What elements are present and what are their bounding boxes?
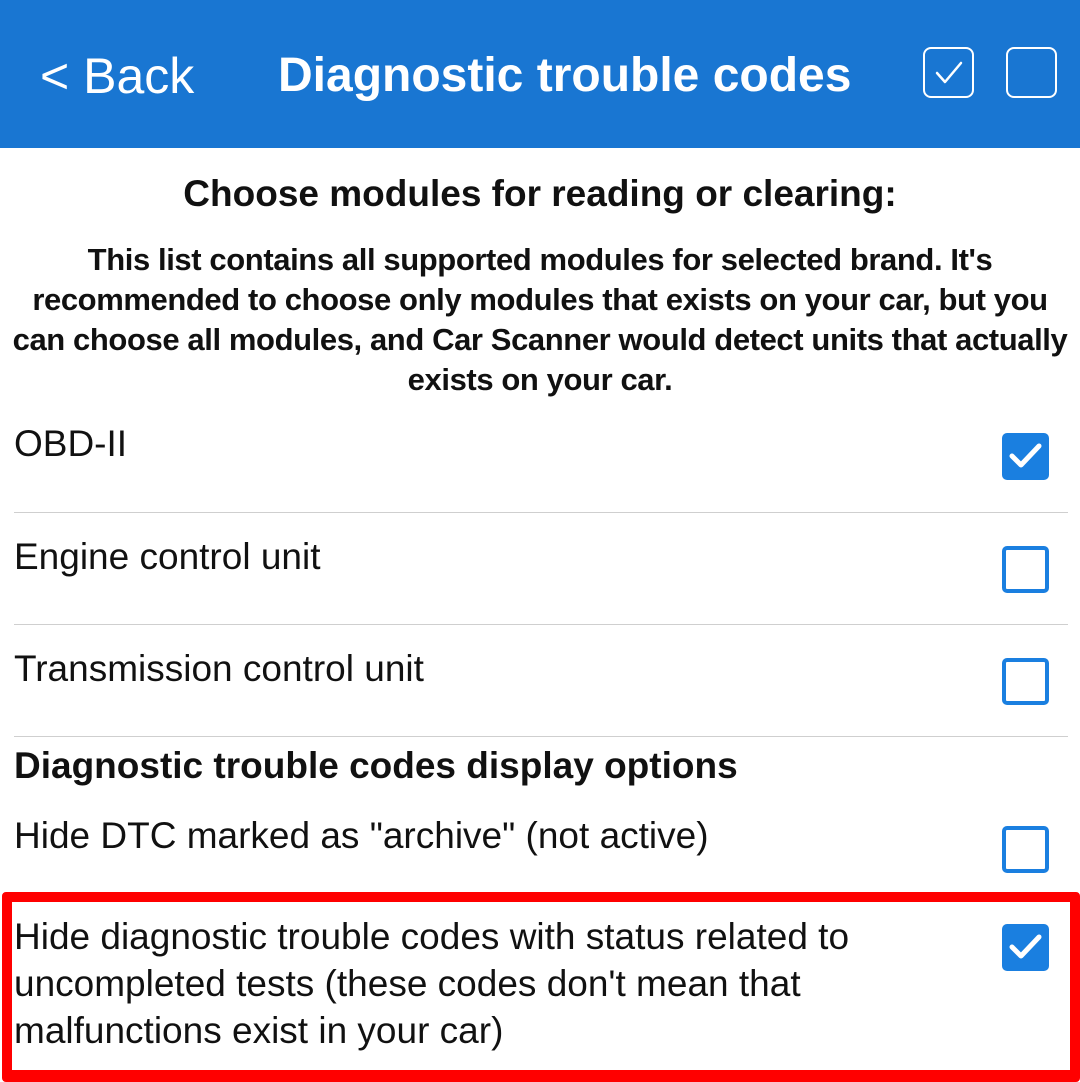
module-label: Engine control unit [14, 536, 321, 577]
module-row-engine-control-unit[interactable]: Engine control unit [14, 513, 1068, 625]
option-checkbox-hide-uncompleted-tests[interactable] [1002, 924, 1049, 971]
option-checkbox-hide-archive[interactable] [1002, 826, 1049, 873]
checkmark-icon [1009, 934, 1042, 959]
modules-heading: Choose modules for reading or clearing: [183, 173, 897, 214]
modules-description: This list contains all supported modules… [12, 242, 1068, 397]
module-checkbox-obd2[interactable] [1002, 433, 1049, 480]
display-options-heading: Diagnostic trouble codes display options [14, 745, 738, 786]
module-checkbox-transmission-control-unit[interactable] [1002, 658, 1049, 705]
checkmark-icon [1009, 443, 1042, 468]
module-label: OBD-II [14, 423, 128, 464]
page-title: Diagnostic trouble codes [278, 49, 852, 102]
module-label: Transmission control unit [14, 648, 424, 689]
module-row-transmission-control-unit[interactable]: Transmission control unit [14, 625, 1068, 737]
module-checkbox-engine-control-unit[interactable] [1002, 546, 1049, 593]
option-label: Hide diagnostic trouble codes with statu… [14, 916, 850, 1051]
option-label: Hide DTC marked as "archive" (not active… [14, 815, 709, 856]
module-row-obd2[interactable]: OBD-II [14, 404, 1068, 513]
option-row-hide-archive[interactable]: Hide DTC marked as "archive" (not active… [14, 800, 1068, 886]
checkbox-checked-icon [935, 61, 963, 84]
app-header: < Back Diagnostic trouble codes [0, 0, 1080, 148]
select-all-button[interactable] [923, 47, 974, 98]
back-button[interactable]: < Back [40, 48, 194, 104]
deselect-all-button[interactable] [1006, 47, 1057, 98]
